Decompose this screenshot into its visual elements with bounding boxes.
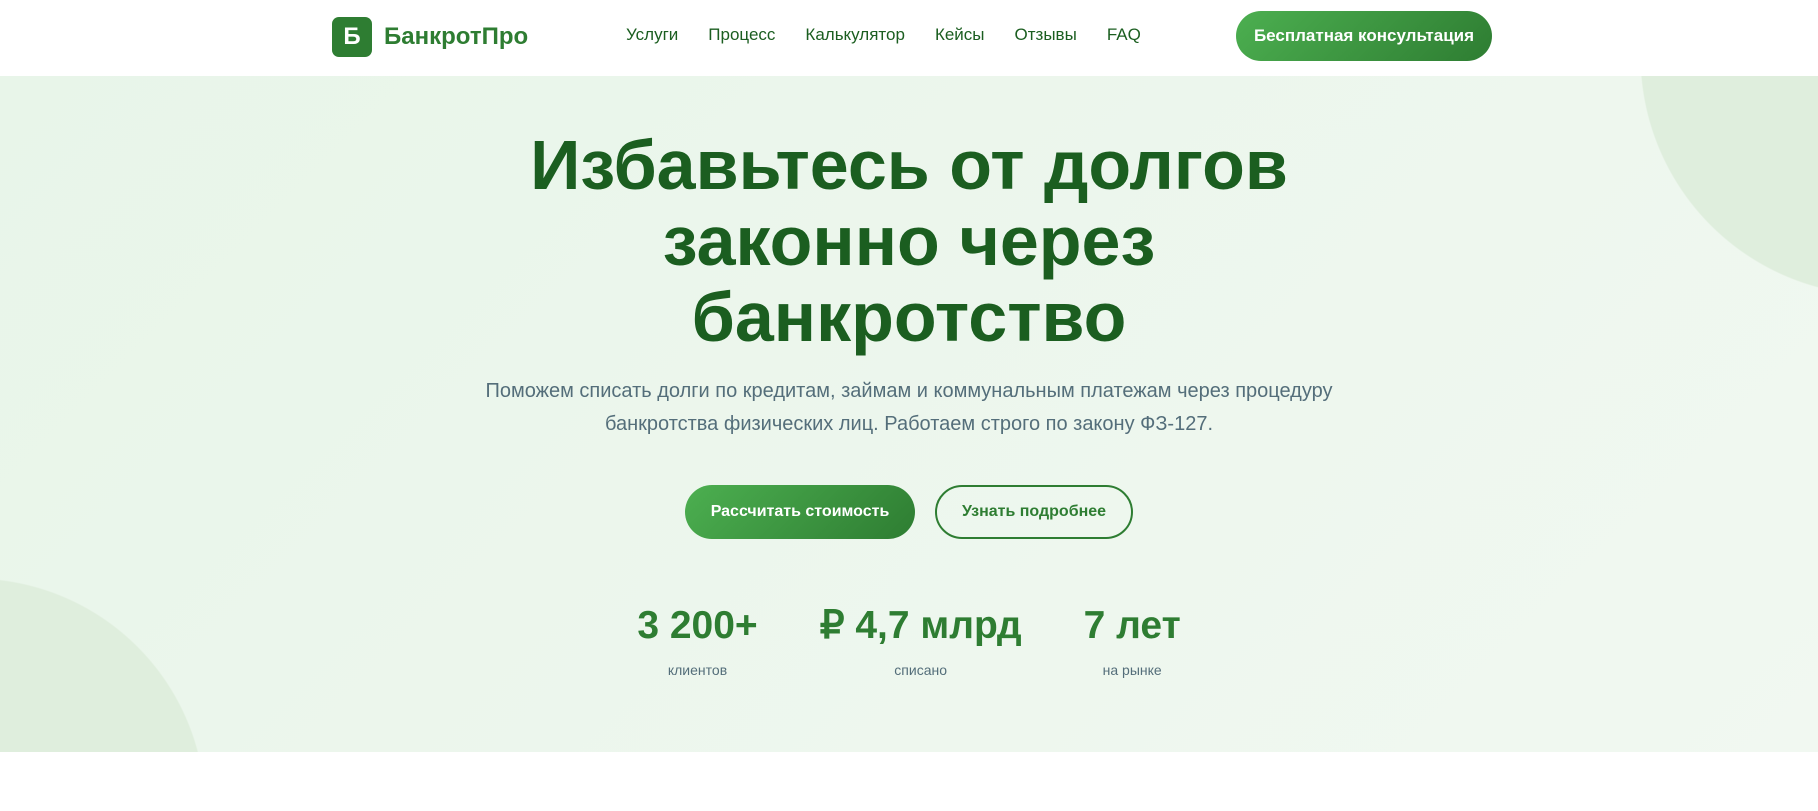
hero-buttons: Рассчитать стоимость Узнать подробнее — [0, 485, 1818, 539]
main-nav: Услуги Процесс Калькулятор Кейсы Отзывы … — [626, 25, 1141, 45]
nav-reviews[interactable]: Отзывы — [1015, 25, 1077, 45]
stat-value: 7 лет — [1083, 604, 1181, 647]
learn-more-button[interactable]: Узнать подробнее — [935, 485, 1133, 539]
stats: 3 200+ клиентов ₽ 4,7 млрд списано 7 лет на… — [0, 604, 1818, 678]
stat-years: 7 лет на рынке — [1084, 604, 1181, 678]
stat-label: на рынке — [1102, 662, 1162, 678]
hero-title: Избавьтесь от долгов законно через банкр… — [530, 126, 1288, 356]
logo-text: БанкротПро — [384, 23, 529, 50]
stat-value: 3 200+ — [637, 604, 758, 647]
stat-value: ₽ 4,7 млрд — [819, 604, 1022, 647]
stat-written-off: ₽ 4,7 млрд списано — [820, 604, 1022, 678]
logo[interactable]: Б БанкротПро — [332, 17, 528, 57]
hero-content: Избавьтесь от долгов законно через банкр… — [0, 76, 1818, 678]
nav-process[interactable]: Процесс — [708, 25, 775, 45]
nav-services[interactable]: Услуги — [626, 25, 678, 45]
stat-clients: 3 200+ клиентов — [637, 604, 757, 678]
stat-label: клиентов — [667, 662, 728, 678]
hero-section: Избавьтесь от долгов законно через банкр… — [0, 76, 1818, 752]
nav-faq[interactable]: FAQ — [1107, 25, 1141, 45]
calculate-cost-button[interactable]: Рассчитать стоимость — [685, 485, 915, 539]
nav-cases[interactable]: Кейсы — [935, 25, 985, 45]
nav-calculator[interactable]: Калькулятор — [805, 25, 905, 45]
site-header: Б БанкротПро Услуги Процесс Калькулятор … — [0, 0, 1818, 76]
hero-subtitle: Поможем списать долги по кредитам, займа… — [485, 380, 1333, 435]
free-consultation-button[interactable]: Бесплатная консультация — [1236, 11, 1492, 61]
logo-icon: Б — [332, 17, 372, 57]
stat-label: списано — [894, 662, 948, 678]
